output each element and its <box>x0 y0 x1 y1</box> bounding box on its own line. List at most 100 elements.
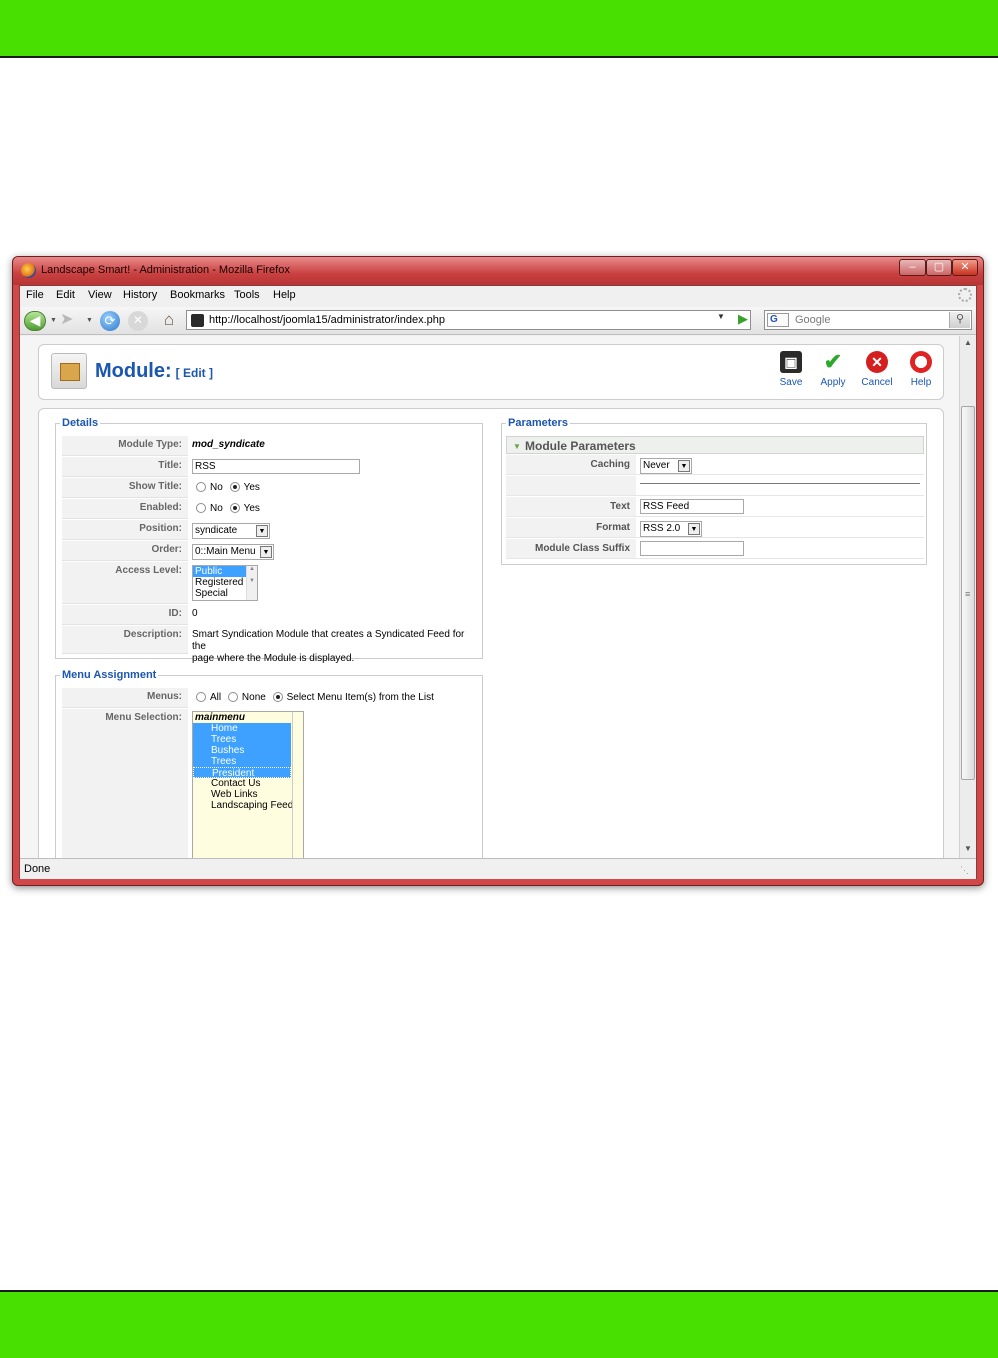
module-type-value: mod_syndicate <box>192 439 265 450</box>
text-input[interactable]: RSS Feed <box>640 499 744 514</box>
url-text[interactable]: http://localhost/joomla15/administrator/… <box>209 314 445 326</box>
stop-icon[interactable]: ✕ <box>128 311 148 331</box>
enabled-no-radio[interactable] <box>196 503 206 513</box>
module-parameters-header[interactable]: ▼ Module Parameters <box>506 436 924 454</box>
cancel-button[interactable]: ✕ Cancel <box>857 351 897 395</box>
enabled-no-label: No <box>210 503 223 514</box>
menu-item-home[interactable]: Home <box>193 723 291 734</box>
scroll-up-arrow-icon[interactable]: ▲ <box>964 338 972 347</box>
menus-select-radio[interactable] <box>272 692 283 702</box>
order-select[interactable]: 0::Main Menu ▼ <box>192 544 274 560</box>
top-green-band <box>0 0 998 58</box>
menu-view[interactable]: View <box>88 289 112 301</box>
menu-item-bushes[interactable]: Bushes <box>193 745 291 756</box>
menu-item-trees[interactable]: Trees <box>193 734 291 745</box>
minimize-button[interactable]: – <box>899 259 926 276</box>
enabled-yes-radio[interactable] <box>229 503 240 513</box>
address-bar[interactable]: http://localhost/joomla15/administrator/… <box>186 310 751 330</box>
spacer-divider <box>640 483 920 484</box>
position-row: Position: syndicate ▼ <box>62 520 478 540</box>
close-window-button[interactable]: ✕ <box>952 259 978 276</box>
home-icon[interactable]: ⌂ <box>158 310 180 332</box>
apply-button[interactable]: ✔ Apply <box>813 351 853 395</box>
position-select[interactable]: syndicate ▼ <box>192 523 270 539</box>
menus-all-radio[interactable] <box>196 692 206 702</box>
id-row: ID: 0 <box>62 605 478 625</box>
menus-label: Menus: <box>62 688 188 708</box>
module-class-suffix-input[interactable] <box>640 541 744 556</box>
menus-row: Menus: All None Select Menu Item(s) from… <box>62 688 478 708</box>
spacer-row <box>506 476 924 496</box>
menu-selection-scrollbar[interactable] <box>292 712 303 858</box>
firefox-icon <box>21 263 36 278</box>
access-level-row: Access Level: Public Registered Special … <box>62 562 478 604</box>
scroll-down-arrow-icon[interactable]: ▼ <box>964 844 972 853</box>
menu-item-trees-2[interactable]: Trees <box>193 756 291 767</box>
go-arrow-icon[interactable]: ▶ <box>734 311 752 329</box>
forward-arrow-icon[interactable]: ➤ <box>60 312 80 329</box>
caching-select[interactable]: Never ▼ <box>640 458 692 474</box>
access-listbox-scrollbar[interactable]: ▲ ▼ <box>246 566 257 600</box>
lifebuoy-icon: o <box>910 351 932 373</box>
activity-throbber-icon <box>958 288 972 302</box>
show-title-yes-radio[interactable] <box>229 482 240 492</box>
window-titlebar[interactable]: Landscape Smart! - Administration - Mozi… <box>13 257 983 285</box>
menu-help[interactable]: Help <box>273 289 296 301</box>
menu-tools[interactable]: Tools <box>234 289 260 301</box>
format-select[interactable]: RSS 2.0 ▼ <box>640 521 702 537</box>
forward-history-dropdown-icon[interactable]: ▼ <box>86 317 93 324</box>
menu-item-landscaping-feeds[interactable]: Landscaping Feeds <box>193 800 303 811</box>
reload-icon[interactable]: ⟳ <box>100 311 120 331</box>
description-row: Description: Smart Syndication Module th… <box>62 626 478 664</box>
chevron-down-icon[interactable]: ▼ <box>688 523 700 535</box>
resize-grip-icon[interactable]: ⋱ <box>960 865 969 876</box>
access-level-listbox[interactable]: Public Registered Special ▲ ▼ <box>192 565 258 601</box>
menubar: File Edit View History Bookmarks Tools H… <box>20 286 976 306</box>
maximize-button[interactable]: ▢ <box>926 259 952 276</box>
page-scrollbar[interactable]: ▲ ≡ ▼ <box>959 336 976 858</box>
menu-file[interactable]: File <box>26 289 44 301</box>
menu-selection-listbox[interactable]: mainmenu Home Trees Bushes Trees Preside… <box>192 711 304 858</box>
chevron-down-icon[interactable]: ▼ <box>260 546 272 558</box>
url-history-dropdown-icon[interactable]: ▼ <box>717 312 725 321</box>
menus-select-label: Select Menu Item(s) from the List <box>286 692 434 703</box>
back-arrow-icon[interactable]: ◀ <box>24 311 46 331</box>
chevron-down-icon[interactable]: ▼ <box>678 460 690 472</box>
menu-history[interactable]: History <box>123 289 157 301</box>
menus-all-label: All <box>210 692 222 703</box>
menu-item-web-links[interactable]: Web Links <box>193 789 303 800</box>
page-subtitle: [ Edit ] <box>175 366 213 380</box>
menu-edit[interactable]: Edit <box>56 289 75 301</box>
chevron-down-icon[interactable]: ▼ <box>256 525 268 537</box>
search-input[interactable]: Google <box>795 314 830 326</box>
title-row: Title: RSS <box>62 457 478 477</box>
menu-bookmarks[interactable]: Bookmarks <box>170 289 225 301</box>
browser-chrome: File Edit View History Bookmarks Tools H… <box>19 285 977 879</box>
search-box[interactable]: G Google ⚲ <box>764 310 972 330</box>
navigation-toolbar: ◀ ▼ ➤ ▼ ⟳ ✕ ⌂ http://localhost/joomla15/… <box>20 307 976 335</box>
help-button[interactable]: o Help <box>901 351 941 395</box>
menus-none-radio[interactable] <box>227 692 238 702</box>
title-input[interactable]: RSS <box>192 459 360 474</box>
order-label: Order: <box>62 541 188 561</box>
menu-item-president[interactable]: President <box>193 767 291 779</box>
magnifier-icon[interactable]: ⚲ <box>949 312 970 328</box>
show-title-no-radio[interactable] <box>196 482 206 492</box>
back-history-dropdown-icon[interactable]: ▼ <box>50 317 57 324</box>
description-line-1: Smart Syndication Module that creates a … <box>192 629 465 652</box>
save-button[interactable]: ▣ Save <box>771 351 811 395</box>
position-label: Position: <box>62 520 188 540</box>
module-type-row: Module Type: mod_syndicate <box>62 436 478 456</box>
module-class-suffix-row: Module Class Suffix <box>506 539 924 559</box>
order-row: Order: 0::Main Menu ▼ <box>62 541 478 561</box>
menu-item-contact-us[interactable]: Contact Us <box>193 778 303 789</box>
scroll-grip-icon: ≡ <box>965 589 971 599</box>
format-row: Format RSS 2.0 ▼ <box>506 518 924 538</box>
menu-selection-row: Menu Selection: mainmenu Home Trees Bush… <box>62 709 478 858</box>
menu-group-mainmenu: mainmenu <box>195 712 246 723</box>
search-engine-icon[interactable]: G <box>767 313 789 327</box>
enabled-label: Enabled: <box>62 499 188 519</box>
scrollbar-thumb[interactable]: ≡ <box>961 406 975 780</box>
id-label: ID: <box>62 605 188 625</box>
caching-label: Caching <box>506 455 636 474</box>
